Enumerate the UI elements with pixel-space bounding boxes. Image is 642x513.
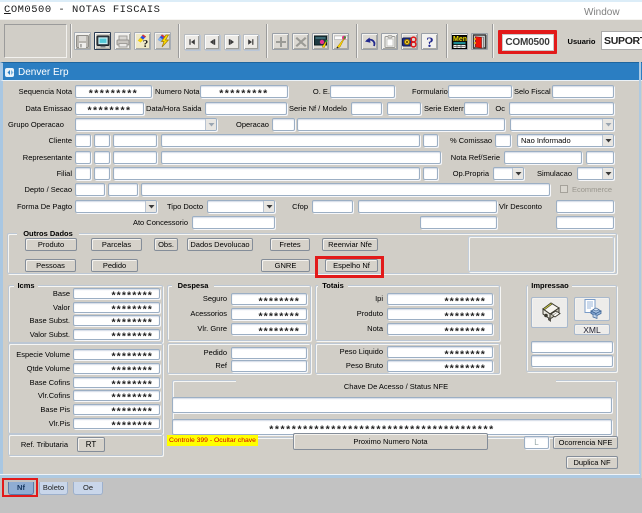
svg-text:?: ? [142,38,148,48]
svg-text:?: ? [426,35,434,49]
svg-text:Menu: Menu [453,36,467,43]
